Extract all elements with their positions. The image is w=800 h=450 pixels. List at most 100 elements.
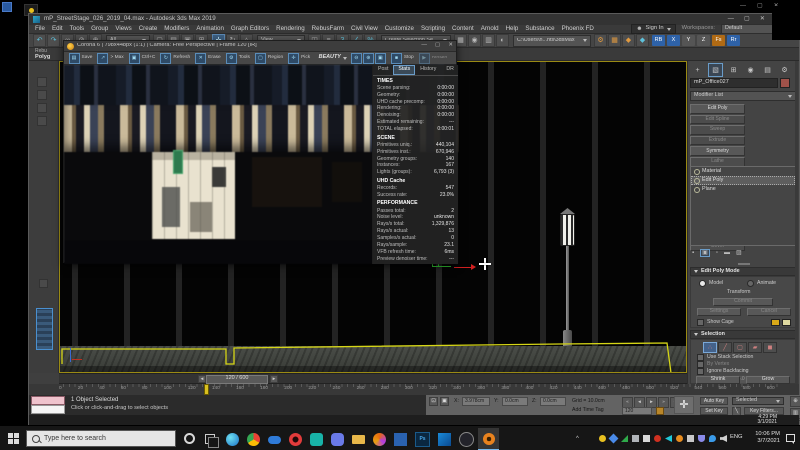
outer-maximize-button[interactable]: ▢	[757, 3, 763, 9]
tray-volume-icon[interactable]	[720, 435, 727, 442]
modifier-preset-button[interactable]: Extrude	[690, 136, 745, 146]
track-bar[interactable]: 0204060801001201401601802002202402602803…	[29, 384, 799, 395]
sign-in-button[interactable]: ☻ Sign In	[631, 24, 675, 34]
tray-vlc-icon[interactable]	[676, 435, 683, 442]
send-to-max-button[interactable]: ↗> Max	[97, 53, 123, 64]
active-app-button[interactable]	[478, 428, 499, 450]
menu-item[interactable]: Create	[139, 26, 158, 32]
modifier-stack[interactable]: Material Edit Poly Plane	[690, 166, 796, 246]
corona-tab[interactable]: DR	[441, 65, 458, 75]
modifier-stack-row[interactable]: Material	[691, 167, 795, 176]
auto-key-button[interactable]: Auto Key	[700, 397, 728, 405]
show-end-result-icon[interactable]: ▣	[700, 249, 710, 257]
minimize-button[interactable]: —	[728, 16, 734, 22]
radio-model[interactable]: Model	[699, 280, 723, 287]
ignore-backfacing-checkbox[interactable]: Ignore Backfacing	[697, 368, 749, 375]
ribbon-tab-polygon-modeling[interactable]: Polyg	[35, 55, 50, 61]
material-editor-icon[interactable]: ◐	[496, 34, 509, 47]
modifier-preset-button[interactable]: Edit Poly	[690, 104, 745, 114]
corona-vfb-window[interactable]: Corona 6 | 798x448px (1:1) | Camera: Fre…	[63, 40, 457, 263]
isolate-selection-icon[interactable]: ⊡	[429, 397, 438, 406]
tray-drop-icon[interactable]	[709, 435, 716, 442]
render-production-icon[interactable]: ◆	[622, 34, 635, 47]
menu-item[interactable]: Customize	[385, 26, 414, 32]
modifier-preset-button[interactable]: Symmetry	[690, 146, 745, 156]
quick-button[interactable]: Fs	[712, 35, 725, 46]
outer-minimize-button[interactable]: —	[740, 3, 746, 9]
menu-item[interactable]: Phoenix FD	[562, 26, 594, 32]
set-key-button[interactable]: Set Key	[700, 407, 728, 415]
task-view-button[interactable]	[205, 434, 215, 444]
tray-gray-icon[interactable]	[632, 435, 639, 442]
dock-button[interactable]	[37, 77, 47, 87]
corona-close-button[interactable]: ✕	[448, 43, 453, 49]
polygon-icon[interactable]: ▰	[748, 342, 762, 353]
visibility-bulb-icon[interactable]	[694, 187, 700, 193]
make-unique-icon[interactable]: ▫	[716, 250, 718, 256]
motion-tab-icon[interactable]: ◉	[744, 64, 757, 76]
modifier-list-dropdown[interactable]: Modifier List	[690, 91, 796, 101]
corona-tab[interactable]: History	[415, 65, 441, 75]
selection-set-dropdown[interactable]: Selected	[732, 397, 784, 405]
add-time-tag[interactable]: Add Time Tag	[572, 408, 604, 413]
desktop-shortcut-icon[interactable]	[2, 2, 12, 12]
tray-expand-caret[interactable]: ^	[576, 436, 579, 442]
tray-corona-icon[interactable]	[599, 435, 606, 442]
opera-icon[interactable]	[289, 433, 302, 446]
modifier-preset-button[interactable]: Sweep	[690, 125, 745, 135]
previous-frame-arrow[interactable]: ◄	[198, 375, 206, 383]
menu-item[interactable]: Group	[91, 26, 108, 32]
quick-button[interactable]: Rr	[727, 35, 740, 46]
menu-item[interactable]: Edit	[52, 26, 63, 32]
menu-item[interactable]: Tools	[70, 26, 84, 32]
3dsmax-icon[interactable]	[438, 433, 451, 446]
menu-item[interactable]: Arnold	[481, 26, 499, 32]
viewport-layout-thumbnail[interactable]	[36, 308, 53, 350]
layout-collapse-button[interactable]	[39, 279, 48, 288]
element-icon[interactable]: ◼	[763, 342, 777, 353]
zoom-in-icon[interactable]: ⊕	[363, 53, 374, 64]
menu-item[interactable]: RebusFarm	[312, 26, 344, 32]
menu-item[interactable]: Substance	[525, 26, 554, 32]
edge-icon[interactable]	[226, 433, 239, 446]
selection-lock-icon[interactable]: ▣	[440, 397, 449, 406]
quick-button[interactable]: Z	[697, 35, 710, 46]
show-cage-checkbox[interactable]: Show Cage	[697, 319, 734, 326]
action-center-icon[interactable]	[786, 434, 795, 442]
render-setup-icon[interactable]: ⚙	[594, 34, 607, 47]
start-button[interactable]	[8, 433, 19, 444]
tray-sync-icon[interactable]	[609, 434, 619, 444]
stop-button[interactable]: ■Stop	[391, 53, 414, 64]
save-button[interactable]: ▤Save	[69, 53, 93, 64]
cortana-button[interactable]	[184, 433, 195, 444]
panel-resize-handle[interactable]	[738, 263, 750, 265]
obs-icon[interactable]	[459, 432, 474, 447]
visibility-bulb-icon[interactable]	[694, 169, 700, 175]
commit-button[interactable]: Commit	[713, 298, 773, 306]
display-tab-icon[interactable]: ▤	[761, 64, 774, 76]
corona-minimize-button[interactable]: —	[421, 43, 427, 49]
settings-button[interactable]: Settings	[697, 308, 741, 316]
tray-mail-icon[interactable]	[687, 435, 694, 442]
quick-button[interactable]: Y	[682, 35, 695, 46]
corona-titlebar[interactable]: Corona 6 | 798x448px (1:1) | Camera: Fre…	[64, 41, 456, 52]
maxscript-mini-listener[interactable]: 130cm alre	[31, 405, 65, 414]
modify-tab-icon[interactable]: ▧	[708, 63, 723, 77]
tray-media-icon[interactable]	[665, 435, 672, 442]
cage-color-swatch[interactable]	[771, 319, 780, 326]
dock-button[interactable]	[37, 116, 47, 126]
panel-scrollbar[interactable]	[795, 61, 798, 384]
folder-icon[interactable]	[352, 435, 365, 444]
menu-item[interactable]: Content	[452, 26, 474, 32]
tray-shield-icon[interactable]	[698, 435, 705, 442]
undo-icon[interactable]: ↶	[33, 34, 46, 47]
remove-modifier-icon[interactable]: ▬	[724, 250, 730, 256]
dock-button[interactable]	[37, 90, 47, 100]
menu-item[interactable]: Civil View	[351, 26, 378, 32]
firefox-icon[interactable]	[373, 433, 386, 446]
corona-tab[interactable]: Post	[373, 65, 393, 75]
gizmo-x-axis[interactable]	[454, 267, 472, 268]
key-mode-toggle-icon[interactable]	[656, 407, 664, 415]
current-frame-field[interactable]: 120	[622, 407, 652, 415]
erase-button[interactable]: ✕Erase	[195, 53, 221, 64]
